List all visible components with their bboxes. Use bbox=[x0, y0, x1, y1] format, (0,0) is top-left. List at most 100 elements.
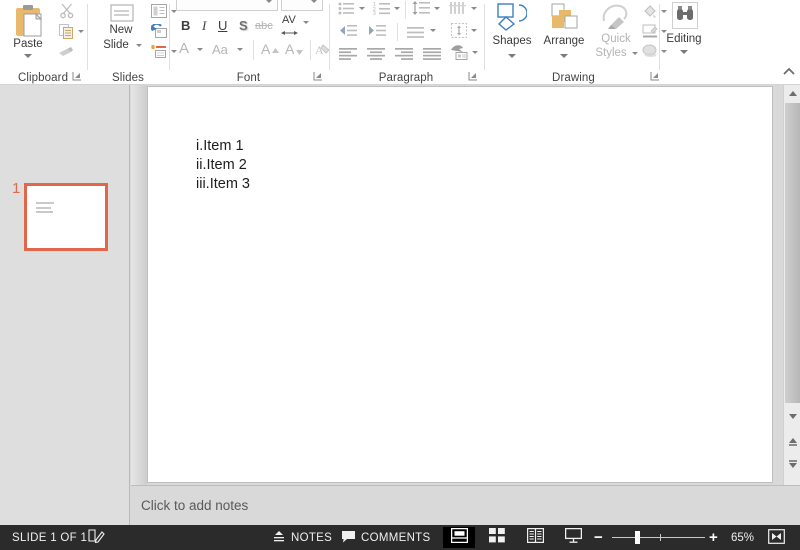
scroll-down-button[interactable] bbox=[784, 408, 800, 425]
shape-outline-icon bbox=[642, 24, 658, 44]
cut-button[interactable] bbox=[56, 2, 78, 21]
paste-button-label: Paste bbox=[13, 38, 43, 50]
slide-show-view-button[interactable] bbox=[557, 527, 589, 548]
zoom-slider-thumb[interactable] bbox=[635, 531, 640, 544]
chevron-down-icon bbox=[78, 30, 84, 33]
bold-button[interactable]: B bbox=[177, 17, 195, 35]
quick-styles-label-line1: Quick bbox=[601, 33, 631, 45]
underline-button[interactable]: U bbox=[215, 17, 233, 35]
bold-label: B bbox=[181, 18, 191, 33]
align-right-icon bbox=[395, 47, 413, 65]
zoom-level-label[interactable]: 65% bbox=[731, 532, 754, 544]
increase-indent-button[interactable] bbox=[365, 22, 391, 40]
previous-slide-button[interactable] bbox=[784, 433, 800, 450]
scrollbar-thumb[interactable] bbox=[785, 103, 800, 403]
slide-canvas[interactable]: i.Item 1 ii.Item 2 iii.Item 3 bbox=[147, 86, 773, 483]
text-shadow-button[interactable]: S bbox=[234, 17, 252, 35]
font-name-combo[interactable] bbox=[176, 0, 278, 11]
binoculars-find-icon bbox=[672, 2, 698, 29]
ribbon-group-font: B I U S abc AV A Aa A A A Font bbox=[171, 0, 330, 85]
zoom-in-button[interactable]: + bbox=[709, 529, 718, 546]
slide-thumbnail-1[interactable] bbox=[24, 183, 108, 251]
copy-button[interactable] bbox=[56, 22, 86, 41]
normal-view-button[interactable] bbox=[443, 527, 475, 548]
shapes-button[interactable]: Shapes bbox=[488, 2, 536, 64]
font-dialog-launcher[interactable] bbox=[313, 71, 324, 82]
powerpoint-window: Paste Clipboard New Slide Slides B I U S… bbox=[0, 0, 800, 550]
comments-button[interactable]: COMMENTS bbox=[341, 525, 430, 550]
list-item: iii.Item 3 bbox=[196, 175, 250, 192]
ribbon-group-editing: Editing bbox=[661, 0, 707, 85]
align-right-button[interactable] bbox=[392, 44, 418, 62]
ribbon-group-label-slides: Slides bbox=[112, 72, 144, 84]
shapes-label: Shapes bbox=[492, 35, 532, 47]
notes-button[interactable]: NOTES bbox=[272, 525, 332, 550]
paste-button[interactable]: Paste bbox=[4, 2, 52, 64]
align-text-button[interactable] bbox=[404, 22, 438, 40]
arrange-button[interactable]: Arrange bbox=[538, 2, 590, 64]
slide-indicator[interactable]: SLIDE 1 OF 1 bbox=[12, 525, 87, 550]
text-direction-button[interactable] bbox=[447, 0, 479, 18]
decrease-indent-button[interactable] bbox=[336, 22, 362, 40]
text-direction-icon bbox=[449, 1, 467, 20]
spell-check-button[interactable] bbox=[88, 525, 106, 550]
line-spacing-button[interactable] bbox=[410, 0, 442, 18]
reading-view-button[interactable] bbox=[519, 527, 551, 548]
increase-font-label: A bbox=[261, 41, 271, 57]
slide-thumbnail-pane[interactable]: 1 bbox=[0, 85, 130, 525]
chevron-down-icon bbox=[508, 54, 516, 58]
chevron-down-icon bbox=[197, 48, 203, 51]
italic-button[interactable]: I bbox=[196, 17, 214, 35]
slide-sorter-view-button[interactable] bbox=[481, 527, 513, 548]
bullets-icon bbox=[338, 2, 354, 20]
scroll-up-icon bbox=[788, 91, 797, 96]
new-slide-label-line1: New bbox=[109, 24, 133, 36]
collapse-ribbon-button[interactable] bbox=[782, 63, 796, 77]
justify-button[interactable] bbox=[420, 44, 446, 62]
new-slide-button[interactable]: New Slide bbox=[95, 2, 147, 64]
align-left-icon bbox=[339, 47, 357, 65]
change-case-button[interactable]: Aa bbox=[210, 40, 246, 60]
comments-button-label: COMMENTS bbox=[361, 531, 431, 544]
zoom-out-button[interactable]: − bbox=[594, 529, 603, 546]
drawing-dialog-launcher[interactable] bbox=[650, 71, 661, 82]
align-center-button[interactable] bbox=[364, 44, 390, 62]
format-painter-icon bbox=[58, 44, 75, 64]
notes-pane[interactable]: Click to add notes bbox=[131, 485, 800, 525]
pane-splitter[interactable] bbox=[131, 85, 147, 525]
numbering-button[interactable]: 1 2 3 bbox=[371, 0, 401, 18]
next-slide-button[interactable] bbox=[784, 455, 800, 472]
list-item: i.Item 1 bbox=[196, 138, 244, 154]
format-painter-button[interactable] bbox=[56, 42, 80, 61]
align-center-icon bbox=[367, 47, 385, 65]
paragraph-dialog-launcher[interactable] bbox=[468, 71, 479, 82]
font-color-button[interactable]: A bbox=[176, 40, 206, 60]
clipboard-dialog-launcher[interactable] bbox=[72, 71, 83, 82]
convert-to-smartart-button[interactable] bbox=[449, 44, 479, 62]
fit-slide-to-window-button[interactable] bbox=[768, 525, 785, 550]
status-bar: SLIDE 1 OF 1 NOTES COMMENTS − + 65% bbox=[0, 525, 800, 550]
shape-fill-icon bbox=[642, 4, 658, 24]
scissors-icon bbox=[59, 3, 75, 24]
align-left-button[interactable] bbox=[336, 44, 362, 62]
thumbnail-content-preview bbox=[36, 202, 54, 216]
scroll-up-button[interactable] bbox=[784, 85, 800, 102]
slide-content-placeholder[interactable]: i.Item 1 ii.Item 2 iii.Item 3 bbox=[196, 137, 250, 193]
quick-styles-button[interactable]: Quick Styles bbox=[592, 2, 640, 64]
increase-font-size-button[interactable]: A bbox=[259, 40, 283, 60]
zoom-slider-track[interactable] bbox=[612, 537, 705, 538]
decrease-font-size-button[interactable]: A bbox=[283, 40, 307, 60]
italic-label: I bbox=[202, 18, 207, 33]
font-color-label: A bbox=[179, 40, 190, 57]
strikethrough-button[interactable]: abc bbox=[253, 17, 277, 35]
character-spacing-button[interactable]: AV bbox=[281, 14, 313, 36]
editing-button[interactable]: Editing bbox=[661, 2, 707, 64]
chevron-down-icon bbox=[680, 50, 688, 54]
vertical-scrollbar[interactable] bbox=[783, 85, 800, 485]
columns-button[interactable] bbox=[449, 22, 479, 40]
bullets-button[interactable] bbox=[336, 0, 366, 18]
ribbon-group-label-drawing: Drawing bbox=[552, 72, 595, 84]
chevron-down-icon bbox=[471, 29, 477, 32]
group-divider bbox=[659, 4, 660, 70]
font-size-combo[interactable] bbox=[281, 0, 323, 11]
